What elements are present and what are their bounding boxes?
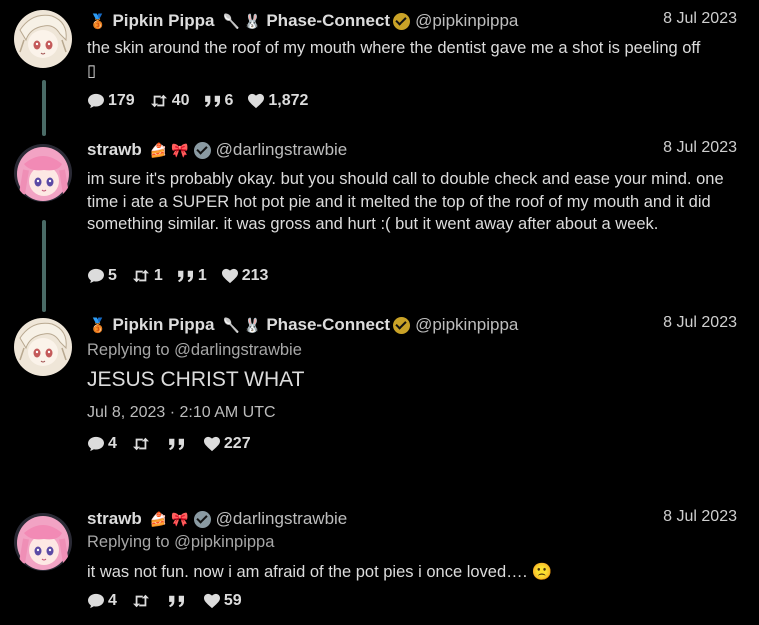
- spoon-icon: 🥄: [222, 316, 240, 333]
- retweet-icon: [131, 268, 151, 284]
- verified-icon: [193, 510, 211, 528]
- retweet-icon: [131, 593, 151, 609]
- display-name[interactable]: strawb: [87, 140, 142, 160]
- quote-icon: [177, 269, 195, 283]
- tweet-date[interactable]: 8 Jul 2023: [663, 139, 737, 157]
- tweet-text: JESUS CHRIST WHAT: [87, 368, 305, 391]
- replying-to: Replying to @darlingstrawbie: [87, 341, 302, 359]
- tweet[interactable]: strawb 🍰 🎀 @darlingstrawbie 8 Jul 2023 R…: [0, 508, 759, 618]
- like-count: 227: [223, 435, 251, 452]
- frown-emoji: 🙁: [531, 563, 553, 581]
- reply-count: 4: [108, 435, 117, 452]
- avatar[interactable]: [14, 318, 72, 376]
- quote-button[interactable]: 1: [177, 267, 207, 285]
- retweet-button[interactable]: 40: [149, 92, 190, 110]
- verified-icon: [393, 316, 411, 334]
- reply-icon: [87, 268, 105, 284]
- reply-button[interactable]: 179: [87, 92, 135, 110]
- handle[interactable]: @darlingstrawbie: [216, 140, 348, 160]
- retweet-count: 1: [153, 267, 163, 284]
- retweet-icon: [131, 436, 151, 452]
- verified-icon: [193, 141, 211, 159]
- handle[interactable]: @darlingstrawbie: [216, 509, 348, 529]
- bunny-icon: 🐰: [243, 316, 262, 333]
- reply-count: 5: [108, 267, 117, 284]
- tweet[interactable]: strawb 🍰 🎀 @darlingstrawbie 8 Jul 2023 i…: [0, 139, 759, 289]
- tweet[interactable]: 🥉 Pipkin Pippa 🥄 🐰 Phase-Connect @pipkin…: [0, 314, 759, 464]
- like-count: 213: [241, 267, 269, 284]
- bow-icon: 🎀: [171, 510, 189, 527]
- reply-to-handle[interactable]: @pipkinpippa: [174, 533, 274, 551]
- quote-button[interactable]: [168, 437, 189, 451]
- heart-icon: [203, 593, 221, 609]
- replying-to: Replying to @pipkinpippa: [87, 533, 275, 551]
- retweet-button[interactable]: 1: [131, 267, 163, 285]
- tweet-header: strawb 🍰 🎀 @darlingstrawbie: [87, 139, 739, 161]
- handle[interactable]: @pipkinpippa: [415, 11, 518, 31]
- missing-glyph: ▯: [87, 61, 97, 80]
- tweet-stats: 4 227: [87, 435, 265, 453]
- retweet-button[interactable]: [131, 593, 154, 609]
- retweet-count: 40: [171, 92, 190, 109]
- tweet-text: im sure it's probably okay. but you shou…: [87, 170, 724, 233]
- tweet-stats: 4 59: [87, 592, 256, 610]
- tweet-timestamp[interactable]: Jul 8, 2023 · 2:10 AM UTC: [87, 404, 276, 422]
- quote-count: 1: [197, 267, 207, 284]
- tweet[interactable]: 🥉 Pipkin Pippa 🥄 🐰 Phase-Connect @pipkin…: [0, 10, 759, 120]
- avatar[interactable]: [14, 10, 72, 68]
- cake-icon: 🍰: [149, 510, 168, 527]
- display-name[interactable]: Pipkin Pippa: [112, 315, 214, 335]
- heart-icon: [203, 436, 221, 452]
- reply-icon: [87, 93, 105, 109]
- verified-icon: [393, 12, 411, 30]
- retweet-icon: [149, 93, 169, 109]
- org-name[interactable]: Phase-Connect: [266, 11, 390, 31]
- medal-icon: 🥉: [89, 12, 107, 29]
- reply-button[interactable]: 4: [87, 592, 117, 610]
- like-button[interactable]: 59: [203, 592, 242, 610]
- tweet-stats: 179 40 6 1,872: [87, 92, 322, 110]
- reply-count: 179: [108, 92, 135, 109]
- like-count: 1,872: [268, 92, 309, 109]
- tweet-text: it was not fun. now i am afraid of the p…: [87, 563, 553, 581]
- reply-button[interactable]: 5: [87, 267, 117, 285]
- quote-button[interactable]: 6: [204, 92, 234, 110]
- display-name[interactable]: strawb: [87, 509, 142, 529]
- bow-icon: 🎀: [171, 141, 189, 158]
- tweet-header: strawb 🍰 🎀 @darlingstrawbie: [87, 508, 739, 530]
- display-name[interactable]: Pipkin Pippa: [112, 11, 214, 31]
- retweet-button[interactable]: [131, 436, 154, 452]
- like-button[interactable]: 1,872: [247, 92, 308, 110]
- quote-icon: [204, 94, 222, 108]
- reply-icon: [87, 593, 105, 609]
- reply-count: 4: [108, 592, 117, 609]
- avatar[interactable]: [14, 513, 72, 571]
- quote-button[interactable]: [168, 594, 189, 608]
- reply-button[interactable]: 4: [87, 435, 117, 453]
- medal-icon: 🥉: [89, 316, 107, 333]
- reply-to-handle[interactable]: @darlingstrawbie: [174, 341, 302, 359]
- cake-icon: 🍰: [149, 141, 168, 158]
- handle[interactable]: @pipkinpippa: [415, 315, 518, 335]
- tweet-date[interactable]: 8 Jul 2023: [663, 10, 737, 28]
- quote-icon: [168, 437, 186, 451]
- heart-icon: [247, 93, 265, 109]
- heart-icon: [221, 268, 239, 284]
- tweet-header: 🥉 Pipkin Pippa 🥄 🐰 Phase-Connect @pipkin…: [87, 10, 739, 32]
- bunny-icon: 🐰: [243, 12, 262, 29]
- quote-count: 6: [224, 92, 234, 109]
- tweet-header: 🥉 Pipkin Pippa 🥄 🐰 Phase-Connect @pipkin…: [87, 314, 739, 336]
- tweet-date[interactable]: 8 Jul 2023: [663, 314, 737, 332]
- like-button[interactable]: 213: [221, 267, 269, 285]
- quote-icon: [168, 594, 186, 608]
- tweet-stats: 5 1 1 213: [87, 267, 282, 285]
- avatar[interactable]: [14, 144, 72, 202]
- reply-icon: [87, 436, 105, 452]
- like-count: 59: [223, 592, 242, 609]
- like-button[interactable]: 227: [203, 435, 251, 453]
- org-name[interactable]: Phase-Connect: [266, 315, 390, 335]
- tweet-date[interactable]: 8 Jul 2023: [663, 508, 737, 526]
- spoon-icon: 🥄: [222, 12, 240, 29]
- tweet-text: the skin around the roof of my mouth whe…: [87, 39, 701, 80]
